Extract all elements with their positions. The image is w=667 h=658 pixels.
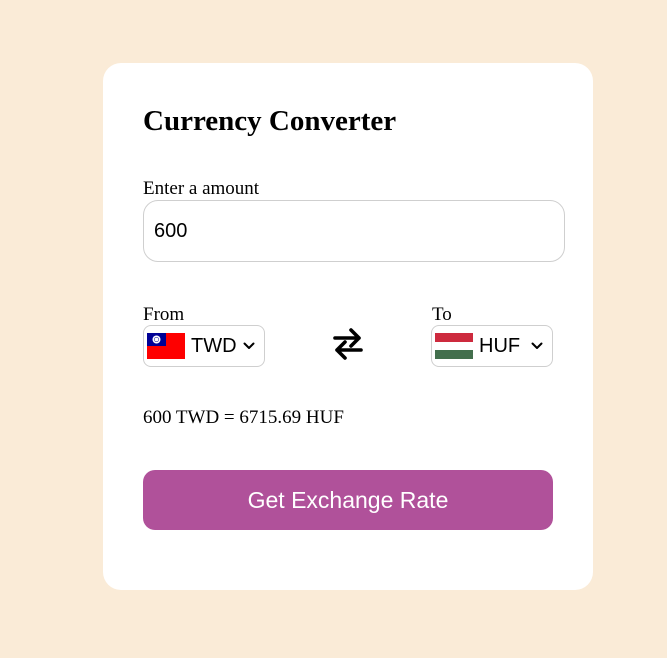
from-label: From <box>143 304 185 325</box>
exchange-result: 600 TWD = 6715.69 HUF <box>143 407 344 428</box>
to-currency-code: HUF <box>479 335 521 357</box>
to-label: To <box>432 304 452 325</box>
amount-label: Enter a amount <box>143 178 260 199</box>
chevron-down-icon <box>531 342 543 349</box>
taiwan-flag-icon <box>147 333 185 359</box>
amount-input[interactable] <box>143 200 565 262</box>
hungary-flag-icon <box>435 333 473 359</box>
from-currency-code: TWD <box>191 335 237 357</box>
get-exchange-rate-button[interactable]: Get Exchange Rate <box>143 470 553 530</box>
chevron-down-icon <box>243 342 255 349</box>
from-currency-select[interactable]: TWD <box>143 325 265 367</box>
to-currency-select[interactable]: HUF <box>431 325 553 367</box>
swap-arrows-icon[interactable] <box>332 327 364 361</box>
converter-card: Currency Converter Enter a amount From T… <box>103 63 593 590</box>
page-title: Currency Converter <box>143 105 397 137</box>
